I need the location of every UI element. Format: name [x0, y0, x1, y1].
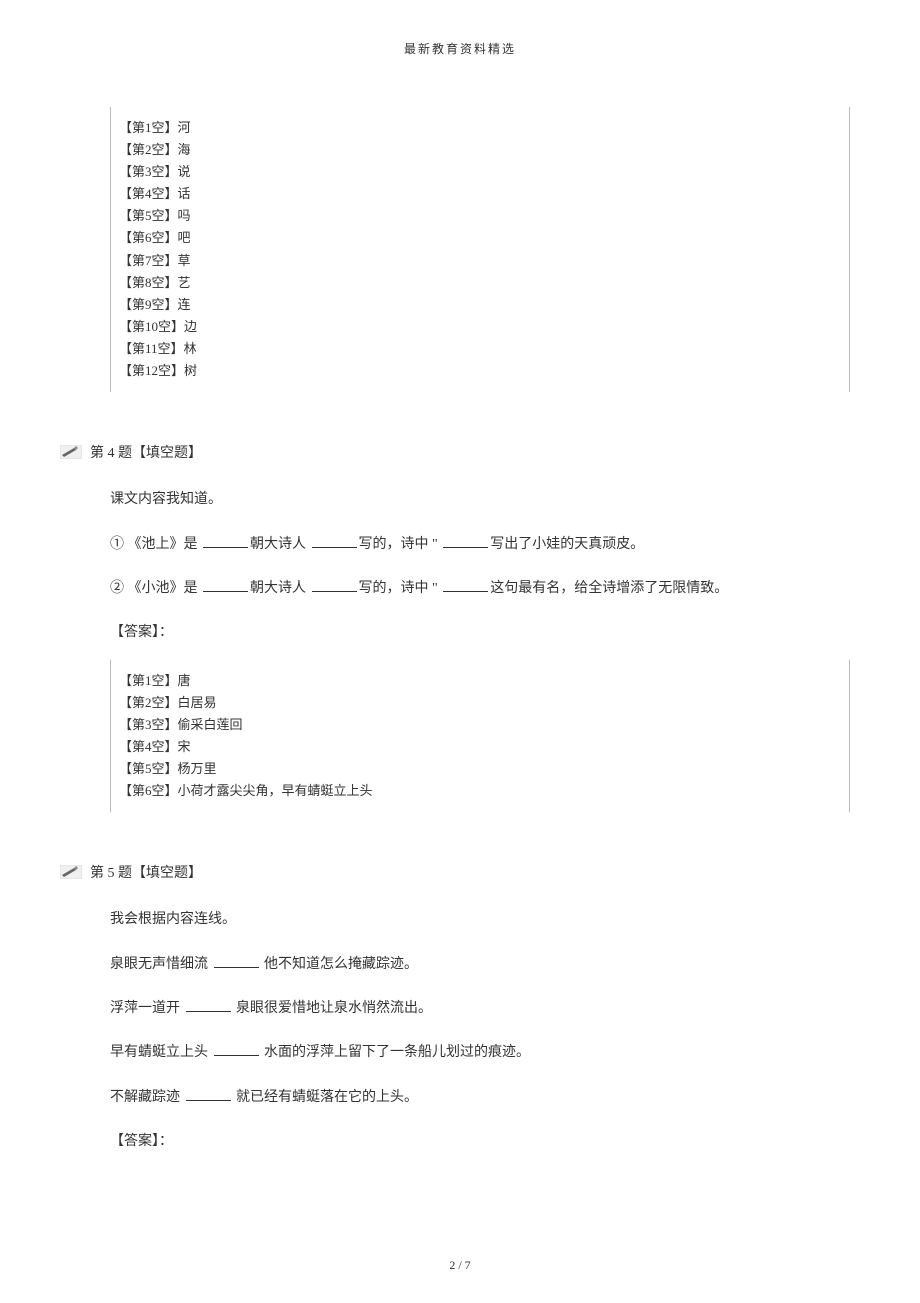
blank: [443, 534, 488, 548]
answer-line: 【第2空】海: [119, 139, 841, 161]
question-title: 第 5 题【填空题】: [90, 862, 202, 882]
answer-line: 【第4空】宋: [119, 736, 841, 758]
text-segment: 就已经有蜻蜓落在它的上头。: [233, 1090, 419, 1105]
answer-box-q3: 【第1空】河 【第2空】海 【第3空】说 【第4空】话 【第5空】吗 【第6空】…: [110, 107, 850, 392]
answer-line: 【第2空】白居易: [119, 692, 841, 714]
text-segment: 泉眼无声惜细流: [110, 957, 212, 972]
text-segment: 他不知道怎么掩藏踪迹。: [261, 957, 419, 972]
answer-line: 【第11空】林: [119, 338, 841, 360]
answer-line: 【第6空】小荷才露尖尖角，早有蜻蜓立上头: [119, 780, 841, 802]
question-4-header: 第 4 题【填空题】: [60, 442, 860, 462]
question-line: 早有蜻蜓立上头 水面的浮萍上留下了一条船儿划过的痕迹。: [110, 1035, 860, 1071]
blank: [186, 1087, 231, 1101]
blank: [312, 534, 357, 548]
blank: [186, 998, 231, 1012]
answer-line: 【第12空】树: [119, 360, 841, 382]
answer-line: 【第5空】吗: [119, 205, 841, 227]
answer-line: 【第1空】河: [119, 117, 841, 139]
answer-line: 【第3空】偷采白莲回: [119, 714, 841, 736]
question-line: 不解藏踪迹 就已经有蜻蜓落在它的上头。: [110, 1080, 860, 1116]
question-5-body: 我会根据内容连线。 泉眼无声惜细流 他不知道怎么掩藏踪迹。 浮萍一道开 泉眼很爱…: [60, 902, 860, 1160]
answer-label: 【答案】：: [110, 615, 860, 651]
question-5-header: 第 5 题【填空题】: [60, 862, 860, 882]
text-segment: 水面的浮萍上留下了一条船儿划过的痕迹。: [261, 1045, 531, 1060]
answer-line: 【第7空】草: [119, 250, 841, 272]
text-segment: 朝大诗人: [250, 581, 310, 596]
blank: [443, 578, 488, 592]
text-segment: ② 《小池》是: [110, 581, 201, 596]
answer-line: 【第9空】连: [119, 294, 841, 316]
text-segment: 浮萍一道开: [110, 1001, 184, 1016]
blank: [214, 954, 259, 968]
question-line: 泉眼无声惜细流 他不知道怎么掩藏踪迹。: [110, 947, 860, 983]
question-line: ② 《小池》是 朝大诗人 写的，诗中 " 这句最有名，给全诗增添了无限情致。: [110, 571, 860, 607]
blank: [203, 578, 248, 592]
text-segment: 早有蜻蜓立上头: [110, 1045, 212, 1060]
text-segment: 写的，诗中 ": [359, 537, 442, 552]
text-segment: 泉眼很爱惜地让泉水悄然流出。: [233, 1001, 433, 1016]
page-content: 【第1空】河 【第2空】海 【第3空】说 【第4空】话 【第5空】吗 【第6空】…: [0, 107, 920, 1161]
question-title: 第 4 题【填空题】: [90, 442, 202, 462]
answer-line: 【第3空】说: [119, 161, 841, 183]
pencil-icon: [60, 865, 82, 879]
question-intro: 课文内容我知道。: [110, 482, 860, 518]
blank: [312, 578, 357, 592]
answer-line: 【第8空】艺: [119, 272, 841, 294]
answer-line: 【第1空】唐: [119, 670, 841, 692]
page-footer: 2 / 7: [0, 1258, 920, 1273]
answer-line: 【第10空】边: [119, 316, 841, 338]
page-header: 最新教育资料精选: [0, 0, 920, 77]
text-segment: 不解藏踪迹: [110, 1090, 184, 1105]
question-4-body: 课文内容我知道。 ① 《池上》是 朝大诗人 写的，诗中 " 写出了小娃的天真顽皮…: [60, 482, 860, 652]
answer-label: 【答案】：: [110, 1124, 860, 1160]
question-line: 浮萍一道开 泉眼很爱惜地让泉水悄然流出。: [110, 991, 860, 1027]
question-line: ① 《池上》是 朝大诗人 写的，诗中 " 写出了小娃的天真顽皮。: [110, 527, 860, 563]
text-segment: 朝大诗人: [250, 537, 310, 552]
blank: [214, 1042, 259, 1056]
text-segment: 这句最有名，给全诗增添了无限情致。: [490, 581, 728, 596]
text-segment: 写出了小娃的天真顽皮。: [490, 537, 644, 552]
answer-box-q4: 【第1空】唐 【第2空】白居易 【第3空】偷采白莲回 【第4空】宋 【第5空】杨…: [110, 660, 850, 813]
blank: [203, 534, 248, 548]
text-segment: ① 《池上》是: [110, 537, 201, 552]
text-segment: 写的，诗中 ": [359, 581, 442, 596]
answer-line: 【第4空】话: [119, 183, 841, 205]
pencil-icon: [60, 445, 82, 459]
answer-line: 【第5空】杨万里: [119, 758, 841, 780]
answer-line: 【第6空】吧: [119, 227, 841, 249]
question-intro: 我会根据内容连线。: [110, 902, 860, 938]
